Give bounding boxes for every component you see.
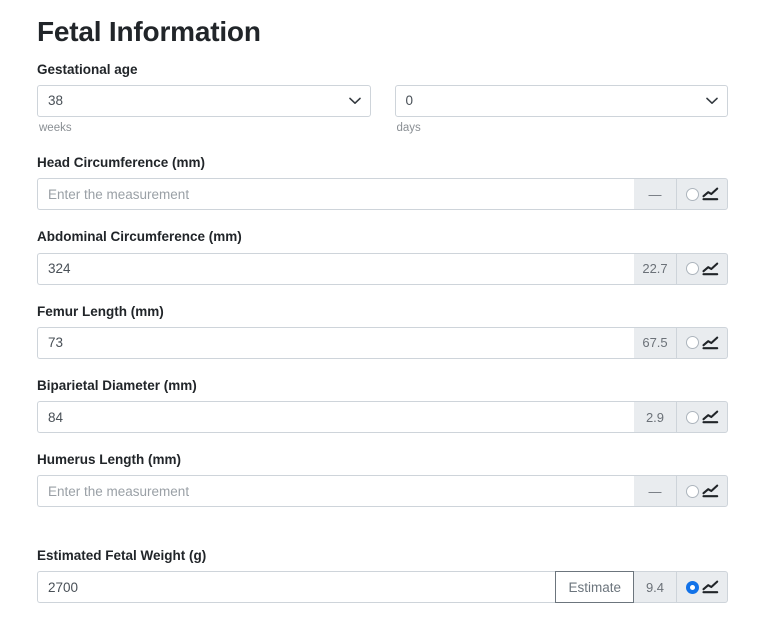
line-chart-icon — [701, 580, 719, 594]
measurement-percentile: 2.9 — [634, 401, 676, 434]
measurement-row: — — [37, 475, 728, 508]
line-chart-icon — [701, 336, 719, 350]
measurements-section: Head Circumference (mm) — Abdominal Circ… — [37, 154, 728, 508]
measurement-row: 22.7 — [37, 252, 728, 285]
measurement-label: Biparietal Diameter (mm) — [37, 377, 197, 393]
measurement-chart-toggle[interactable] — [676, 178, 728, 211]
measurement-input[interactable] — [37, 178, 634, 211]
measurement-chart-toggle[interactable] — [676, 252, 728, 285]
measurement-row: 67.5 — [37, 326, 728, 359]
weeks-sub-label: weeks — [39, 122, 72, 135]
estimated-fetal-weight-section: Estimated Fetal Weight (g) Estimate 9.4 — [37, 547, 728, 604]
measurement-chart-toggle[interactable] — [676, 401, 728, 434]
estimate-button[interactable]: Estimate — [555, 571, 634, 604]
line-chart-icon — [701, 484, 719, 498]
measurement-label: Femur Length (mm) — [37, 303, 164, 319]
chart-radio-button[interactable] — [685, 262, 699, 276]
estimated-fetal-weight-chart-toggle[interactable] — [676, 571, 728, 604]
measurement-label: Abdominal Circumference (mm) — [37, 229, 242, 245]
measurement-block-4: Humerus Length (mm) — — [37, 451, 728, 508]
measurement-percentile: 67.5 — [634, 326, 676, 359]
gestational-age-label: Gestational age — [37, 62, 138, 77]
measurement-block-0: Head Circumference (mm) — — [37, 154, 728, 211]
measurement-chart-toggle[interactable] — [676, 475, 728, 508]
measurement-chart-toggle[interactable] — [676, 326, 728, 359]
fetal-information-page: Fetal Information Gestational age 38 wee… — [0, 0, 765, 625]
gestational-age-days-select[interactable]: 0 — [394, 85, 728, 118]
measurement-input[interactable] — [37, 475, 634, 508]
page-title: Fetal Information — [37, 16, 261, 47]
gestational-age-weeks-group: 38 weeks — [37, 85, 371, 136]
chart-radio-button[interactable] — [685, 580, 699, 594]
chart-radio-button[interactable] — [685, 187, 699, 201]
line-chart-icon — [701, 187, 719, 201]
measurement-percentile: 22.7 — [634, 252, 676, 285]
estimated-fetal-weight-input[interactable] — [37, 571, 556, 604]
measurement-block-3: Biparietal Diameter (mm) 2.9 — [37, 377, 728, 434]
measurement-label: Humerus Length (mm) — [37, 452, 182, 468]
line-chart-icon — [701, 410, 719, 424]
estimated-fetal-weight-percentile: 9.4 — [634, 571, 676, 604]
measurement-percentile: — — [634, 475, 676, 508]
chart-radio-button[interactable] — [685, 336, 699, 350]
measurement-row: — — [37, 178, 728, 211]
measurement-label: Head Circumference (mm) — [37, 155, 206, 171]
measurement-block-1: Abdominal Circumference (mm) 22.7 — [37, 228, 728, 285]
gestational-age-weeks-select[interactable]: 38 — [37, 85, 371, 118]
days-sub-label: days — [396, 122, 421, 135]
measurement-row: 2.9 — [37, 401, 728, 434]
measurement-input[interactable] — [37, 326, 634, 359]
chart-radio-button[interactable] — [685, 410, 699, 424]
measurement-percentile: — — [634, 178, 676, 211]
gestational-age-row: 38 weeks 0 days — [37, 85, 728, 136]
measurement-input[interactable] — [37, 252, 634, 285]
estimated-fetal-weight-row: Estimate 9.4 — [37, 571, 728, 604]
measurement-input[interactable] — [37, 401, 634, 434]
chart-radio-button[interactable] — [685, 484, 699, 498]
measurement-block-2: Femur Length (mm) 67.5 — [37, 303, 728, 359]
estimated-fetal-weight-label: Estimated Fetal Weight (g) — [37, 548, 207, 564]
line-chart-icon — [701, 262, 719, 276]
gestational-age-days-group: 0 days — [394, 85, 728, 136]
gestational-age-section: Gestational age 38 weeks 0 days — [37, 61, 728, 136]
